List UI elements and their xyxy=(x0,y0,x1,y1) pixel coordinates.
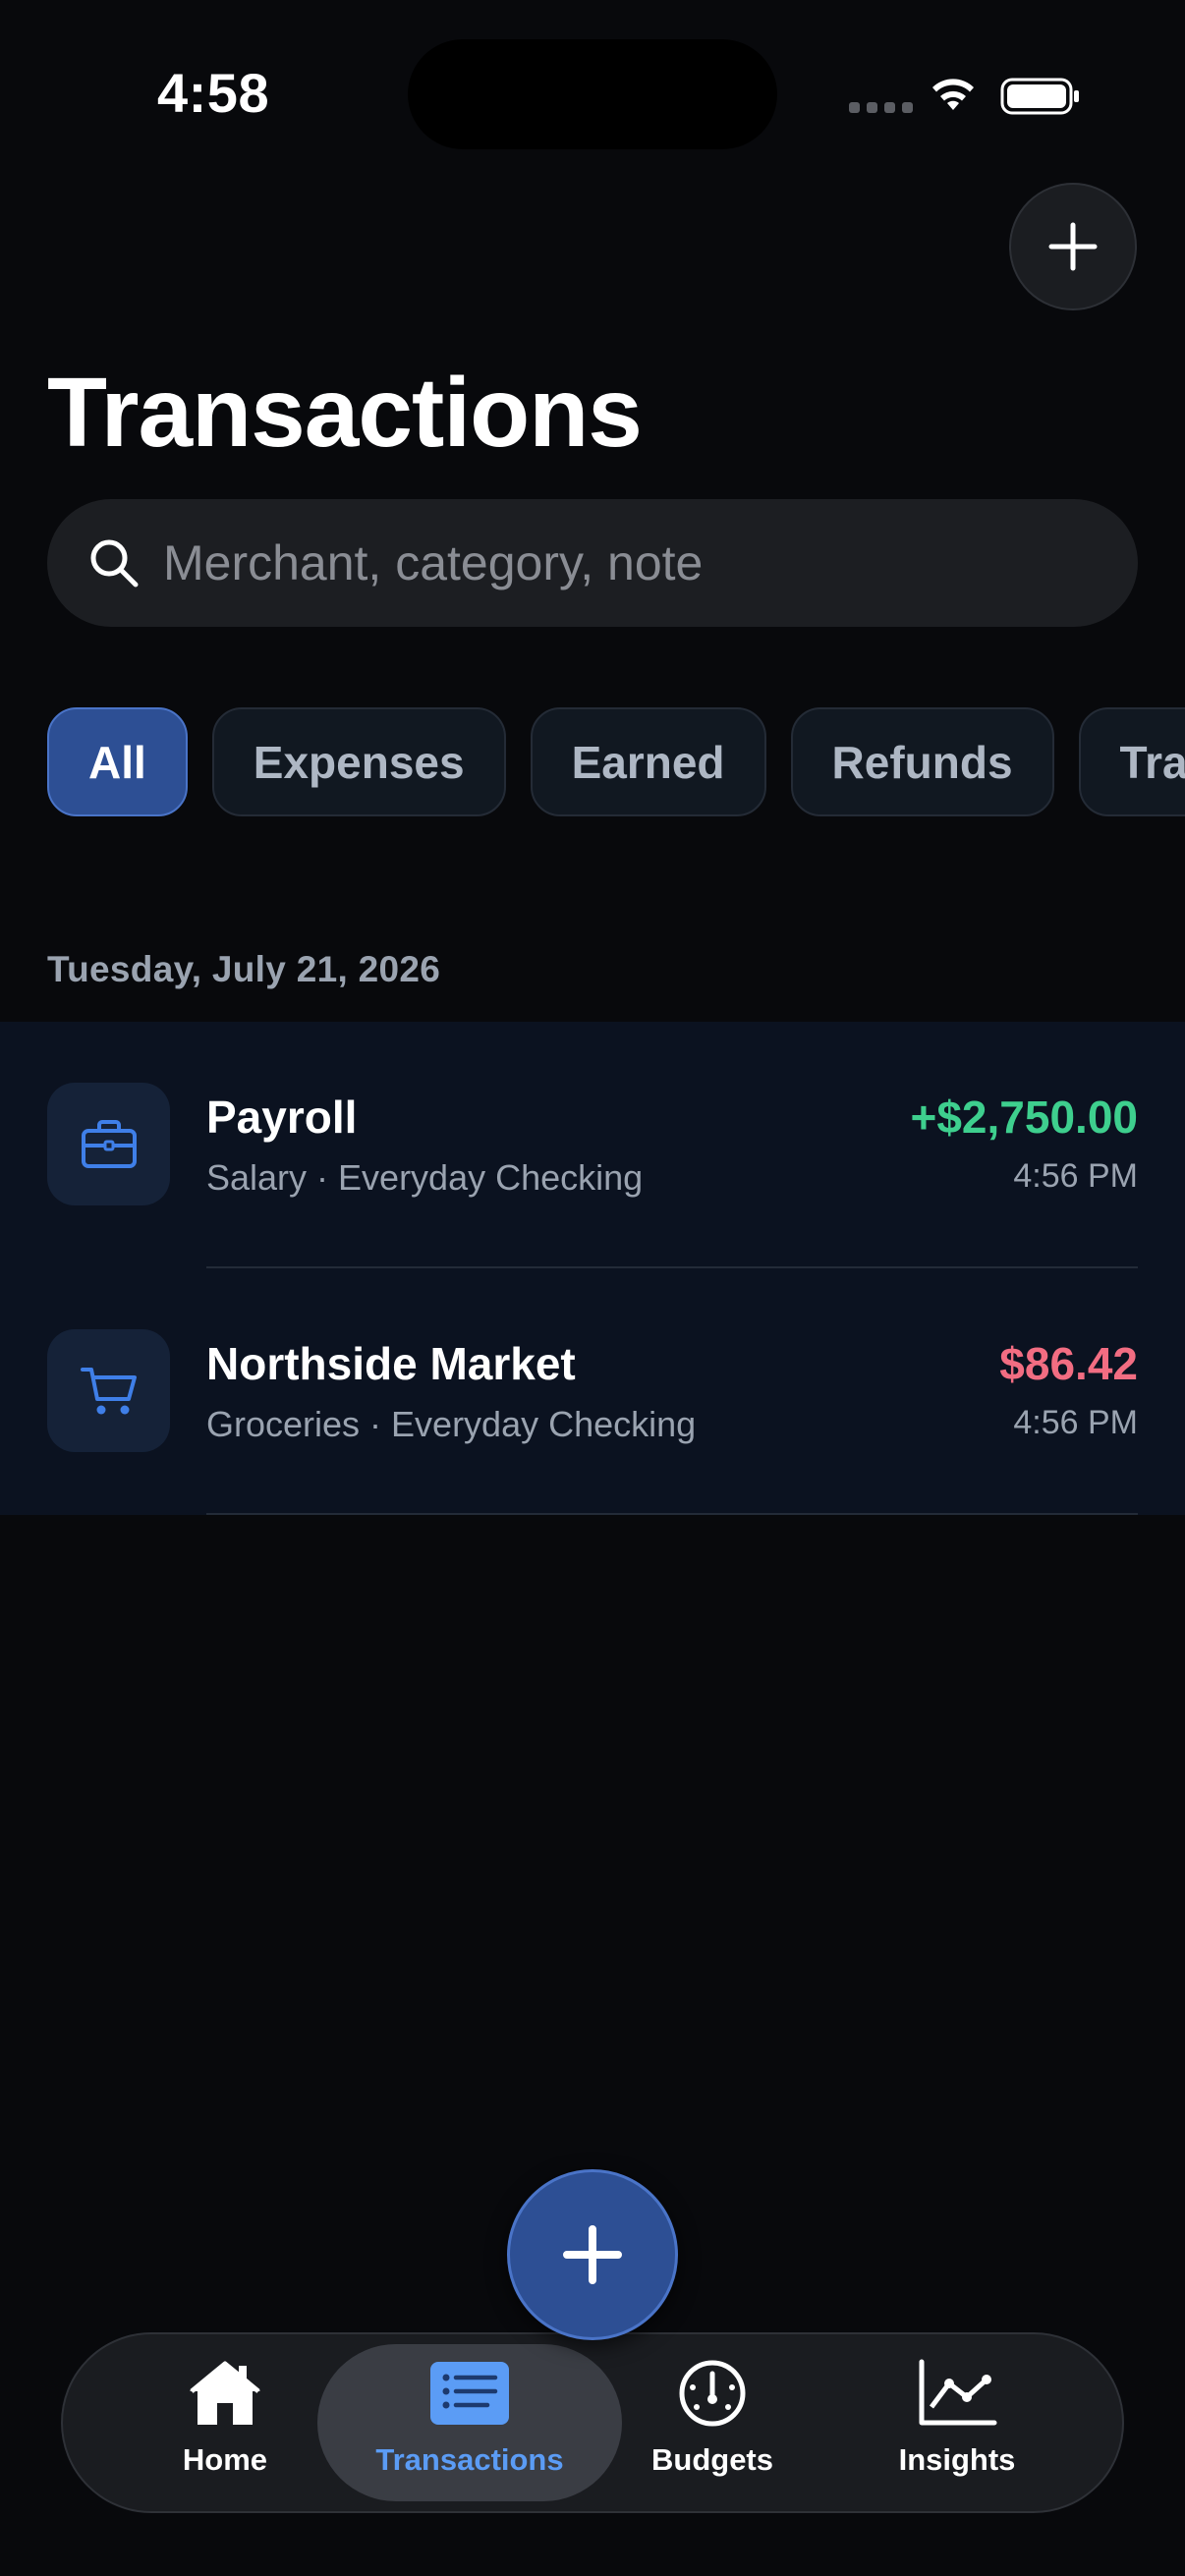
transaction-time: 4:56 PM xyxy=(1013,1157,1138,1195)
transaction-amount: +$2,750.00 xyxy=(910,1092,1138,1143)
transaction-row[interactable]: Northside Market Groceries · Everyday Ch… xyxy=(0,1268,1185,1515)
tab-label: Insights xyxy=(898,2442,1016,2477)
tab-label: Home xyxy=(182,2442,268,2477)
section-date-header: Tuesday, July 21, 2026 xyxy=(47,949,441,989)
transaction-subtitle: Salary · Everyday Checking xyxy=(206,1157,644,1198)
search-bar[interactable] xyxy=(47,499,1138,627)
cart-icon xyxy=(80,1367,137,1414)
chart-icon xyxy=(919,2359,997,2426)
status-time: 4:58 xyxy=(157,62,270,124)
list-icon xyxy=(430,2362,509,2425)
search-icon xyxy=(90,539,139,588)
cellular-signal-icon xyxy=(849,102,913,113)
dynamic-island xyxy=(408,39,777,149)
battery-icon xyxy=(1000,78,1079,115)
transaction-merchant: Northside Market xyxy=(206,1338,576,1389)
transaction-time: 4:56 PM xyxy=(1013,1404,1138,1441)
filter-chip-refunds[interactable]: Refunds xyxy=(790,707,1054,816)
filter-chip-transfers[interactable]: Tran xyxy=(1078,707,1185,816)
tab-insights[interactable]: Insights xyxy=(835,2358,1079,2495)
add-transaction-fab[interactable] xyxy=(507,2169,678,2340)
tab-transactions[interactable]: Transactions xyxy=(348,2358,592,2495)
transaction-merchant: Payroll xyxy=(206,1092,358,1143)
page-title: Transactions xyxy=(47,358,643,468)
tab-budgets[interactable]: Budgets xyxy=(591,2358,834,2495)
add-transaction-header-button[interactable] xyxy=(1009,183,1137,310)
house-icon xyxy=(190,2361,260,2425)
transaction-subtitle: Groceries · Everyday Checking xyxy=(206,1404,697,1444)
filter-chip-expenses[interactable]: Expenses xyxy=(211,707,506,816)
tab-home[interactable]: Home xyxy=(103,2358,347,2495)
filter-chip-all[interactable]: All xyxy=(47,707,188,816)
wifi-icon xyxy=(932,79,974,110)
gauge-icon xyxy=(679,2360,746,2427)
transaction-category-icon xyxy=(47,1083,170,1205)
plus-icon xyxy=(563,2225,622,2284)
tab-label: Budgets xyxy=(651,2442,773,2477)
row-divider xyxy=(206,1513,1138,1515)
tab-label: Transactions xyxy=(375,2442,564,2477)
plus-icon xyxy=(1048,222,1098,271)
filter-chip-earned[interactable]: Earned xyxy=(530,707,766,816)
transaction-row[interactable]: Payroll Salary · Everyday Checking +$2,7… xyxy=(0,1022,1185,1268)
briefcase-icon xyxy=(81,1119,137,1168)
transaction-list: Payroll Salary · Everyday Checking +$2,7… xyxy=(0,1022,1185,1515)
search-input[interactable] xyxy=(161,533,1049,592)
transaction-amount: $86.42 xyxy=(999,1338,1138,1389)
transaction-category-icon xyxy=(47,1329,170,1452)
filter-chips: All Expenses Earned Refunds Tran xyxy=(47,707,1185,820)
